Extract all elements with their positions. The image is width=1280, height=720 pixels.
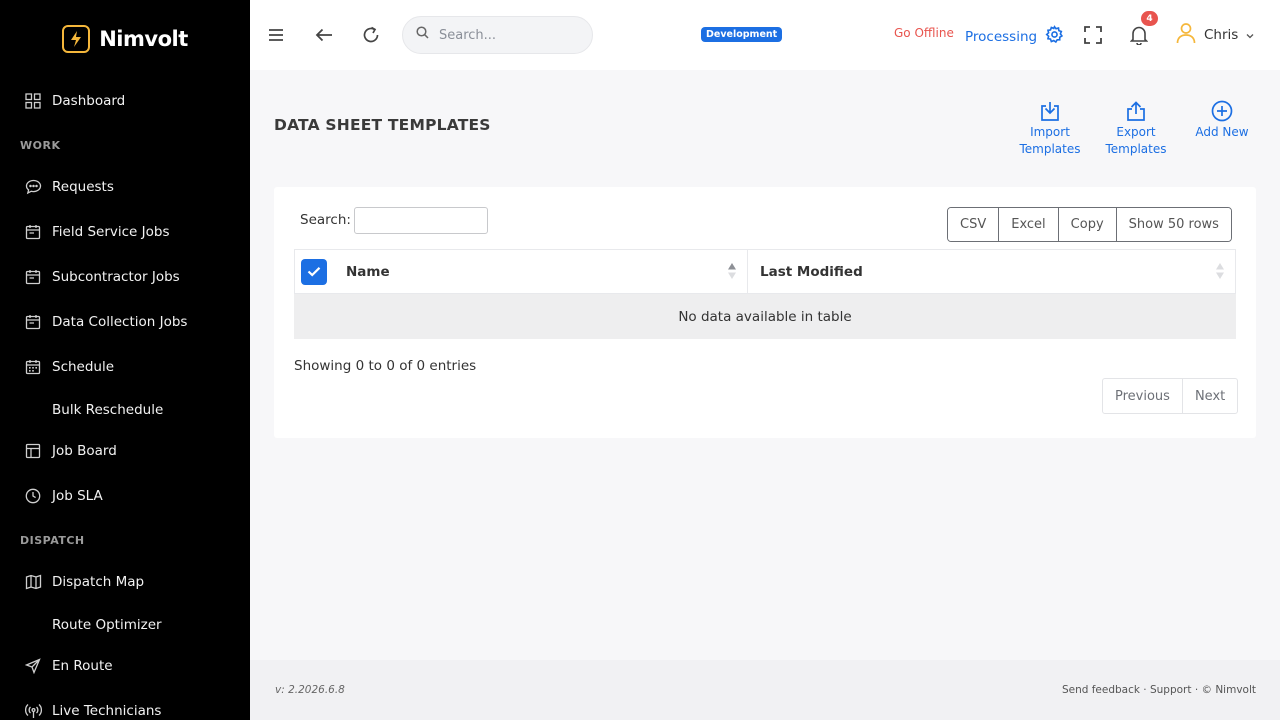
brand[interactable]: Nimvolt [0,0,250,78]
sidebar-item-label: Job Board [52,443,117,459]
sidebar-item-label: Schedule [52,359,115,375]
search-input[interactable] [439,27,579,43]
column-label: Name [346,263,390,280]
sidebar-item-dashboard[interactable]: Dashboard [0,81,250,121]
empty-table-row: No data available in table [294,294,1236,339]
refresh-icon[interactable] [358,22,384,48]
processing-status[interactable]: Processing [965,25,1064,48]
version-label: v: 2.2026.6.8 [275,684,345,696]
column-header-last-modified[interactable]: Last Modified [748,250,1235,293]
send-icon [24,657,42,675]
excel-button[interactable]: Excel [999,208,1059,241]
export-templates-label: Export Templates [1105,125,1167,156]
sidebar-item-dispatch-map[interactable]: Dispatch Map [0,562,250,602]
notification-badge: 4 [1141,11,1158,26]
select-all-checkbox[interactable] [301,258,327,285]
calendar-icon [24,223,42,241]
sidebar-item-label: Live Technicians [52,703,162,719]
chevron-down-icon [1246,27,1254,43]
upload-icon [1096,98,1176,124]
csv-button[interactable]: CSV [948,208,1000,241]
topbar: Development Go Offline Processing 4 Chri… [250,0,1280,70]
sidebar-item-label: Data Collection Jobs [52,314,188,330]
column-label: Last Modified [760,263,863,280]
menu-icon[interactable] [263,22,289,48]
go-offline-link[interactable]: Go Offline [894,26,954,40]
calendar-grid-icon [24,358,42,376]
import-templates-label: Import Templates [1019,125,1081,156]
calendar-icon [24,313,42,331]
sort-icon [728,263,736,279]
show-rows-button[interactable]: Show 50 rows [1116,208,1231,241]
sidebar-item-label: Dispatch Map [52,574,145,590]
sidebar-item-label: Dashboard [52,93,126,109]
pagination: Previous Next [1102,378,1239,414]
sidebar-item-label: Route Optimizer [52,617,162,633]
export-button-group: CSV Excel Copy Show 50 rows [947,207,1232,242]
sidebar-item-job-sla[interactable]: Job SLA [0,476,250,516]
bolt-icon [62,25,91,53]
table-search-label: Search: [300,212,351,228]
sidebar: Nimvolt Dashboard WORK Requests Field Se… [0,0,250,720]
table-info: Showing 0 to 0 of 0 entries [294,358,477,374]
sidebar-item-data-collection-jobs[interactable]: Data Collection Jobs [0,302,250,342]
sidebar-item-field-service-jobs[interactable]: Field Service Jobs [0,212,250,252]
chat-bubble-icon [24,178,42,196]
brand-name: Nimvolt [99,27,188,51]
sidebar-item-label: Field Service Jobs [52,224,170,240]
templates-card: Search: CSV Excel Copy Show 50 rows Name… [274,187,1256,438]
environment-badge: Development [701,27,783,42]
sidebar-item-live-technicians[interactable]: Live Technicians [0,691,250,720]
antenna-icon [24,702,42,720]
user-menu[interactable]: Chris [1176,22,1254,48]
user-icon [1176,22,1196,48]
board-icon [24,442,42,460]
footer: v: 2.2026.6.8 Send feedback · Support · … [250,660,1280,720]
processing-label: Processing [965,28,1038,45]
calendar-icon [24,268,42,286]
import-templates-button[interactable]: Import Templates [1010,98,1090,158]
sort-icon [1216,263,1224,279]
clock-icon [24,487,42,505]
footer-links[interactable]: Send feedback · Support · © Nimvolt [1062,684,1256,696]
plus-circle-icon [1182,98,1262,124]
templates-table: Name Last Modified No data available in … [294,249,1236,339]
sidebar-item-requests[interactable]: Requests [0,167,250,207]
sidebar-item-job-board[interactable]: Job Board [0,431,250,471]
sidebar-item-label: Subcontractor Jobs [52,269,180,285]
map-icon [24,573,42,591]
previous-page-button[interactable]: Previous [1103,379,1183,413]
sidebar-item-en-route[interactable]: En Route [0,646,250,686]
gear-icon [1045,25,1064,48]
download-icon [1010,98,1090,124]
section-work: WORK [20,139,61,152]
next-page-button[interactable]: Next [1183,379,1237,413]
sidebar-item-schedule[interactable]: Schedule [0,347,250,387]
sidebar-item-subcontractor-jobs[interactable]: Subcontractor Jobs [0,257,250,297]
column-header-name[interactable]: Name [295,250,748,293]
copy-button[interactable]: Copy [1058,208,1117,241]
sidebar-item-route-optimizer[interactable]: Route Optimizer [0,605,250,645]
grid-icon [24,92,42,110]
user-name: Chris [1204,27,1239,43]
back-arrow-icon[interactable] [311,22,337,48]
search-icon [416,26,429,44]
global-search[interactable] [402,16,593,54]
export-templates-button[interactable]: Export Templates [1096,98,1176,158]
page-title: DATA SHEET TEMPLATES [274,116,491,134]
sidebar-item-label: Requests [52,179,114,195]
sidebar-item-bulk-reschedule[interactable]: Bulk Reschedule [0,390,250,430]
table-search-input[interactable] [354,207,488,234]
add-new-button[interactable]: Add New [1182,98,1262,141]
add-new-label: Add New [1195,125,1249,139]
sidebar-item-label: Bulk Reschedule [52,402,164,418]
section-dispatch: DISPATCH [20,534,85,547]
fullscreen-icon[interactable] [1080,22,1106,48]
sidebar-item-label: En Route [52,658,113,674]
sidebar-item-label: Job SLA [52,488,103,504]
empty-message: No data available in table [678,308,852,325]
table-header: Name Last Modified [294,249,1236,294]
